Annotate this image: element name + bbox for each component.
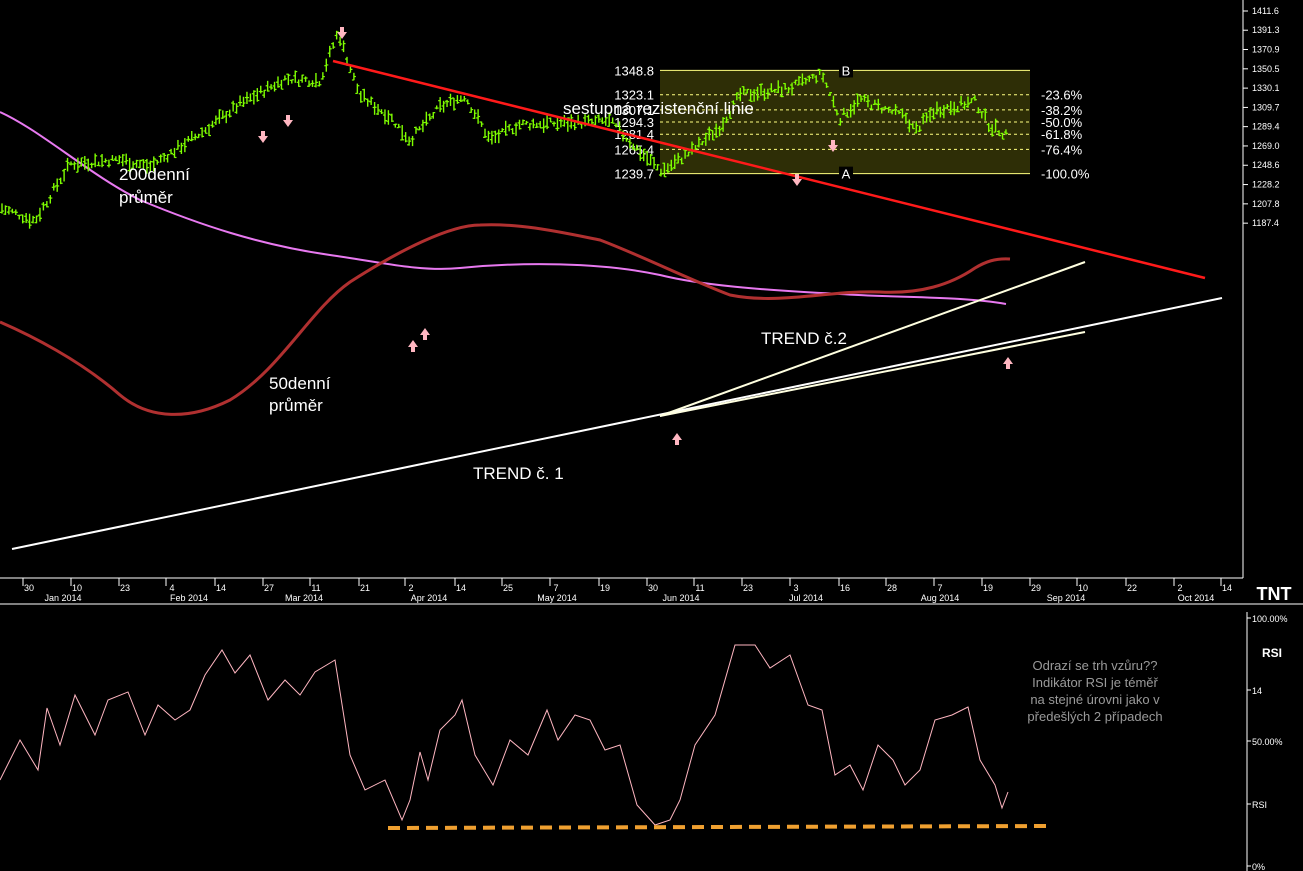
x-day-label: 14 [216,583,226,593]
x-day-label: 11 [695,583,704,593]
price-tick-label: 1207.8 [1252,199,1280,209]
trend1-label: TREND č. 1 [473,464,564,483]
rsi-tick-label: 50.00% [1252,737,1283,747]
x-day-label: 16 [840,583,850,593]
x-day-label: 23 [120,583,130,593]
price-tick-label: 1228.2 [1252,180,1280,190]
x-day-label: 28 [887,583,897,593]
x-day-label: 11 [311,583,320,593]
rsi-note-line: Indikátor RSI je téměř [1032,675,1158,690]
x-day-label: 10 [72,583,82,593]
fib-price-label: 1348.8 [614,63,654,78]
ma50-label-line2: průměr [269,396,323,415]
price-tick-label: 1289.4 [1252,122,1280,132]
ma50-label-line1: 50denní [269,374,331,393]
price-tick-label: 1269.0 [1252,141,1280,151]
x-day-label: 29 [1031,583,1041,593]
x-day-label: 14 [456,583,466,593]
fib-pct-label: -23.6% [1041,88,1083,103]
x-day-label: 19 [983,583,993,593]
rsi-note-line: Odrazí se trh vzůru?? [1033,658,1158,673]
x-day-label: 4 [169,583,174,593]
x-month-label: Sep 2014 [1047,593,1086,603]
x-day-label: 30 [24,583,34,593]
x-month-label: Feb 2014 [170,593,208,603]
x-day-label: 25 [503,583,513,593]
price-tick-label: 1350.5 [1252,64,1280,74]
x-month-label: Oct 2014 [1178,593,1215,603]
price-tick-label: 1187.4 [1252,218,1279,228]
rsi-tick-label: 100.00% [1252,614,1288,624]
price-tick-label: 1330.1 [1252,83,1280,93]
x-day-label: 22 [1127,583,1137,593]
x-day-label: 2 [1177,583,1182,593]
rsi-tick-label: 0% [1252,862,1265,871]
rsi-tick-label: 14 [1252,686,1262,696]
ma200-label-line1: 200denní [119,165,190,184]
x-month-label: Aug 2014 [921,593,960,603]
fib-pct-label: -61.8% [1041,127,1083,142]
chart-canvas: 1348.8 B1323.1 -23.6%1307.1 -38.2%1294.3 -50… [0,0,1303,871]
x-day-label: 19 [600,583,610,593]
price-tick-label: 1370.9 [1252,45,1280,55]
price-tick-label: 1248.6 [1252,160,1280,170]
x-month-label: Mar 2014 [285,593,323,603]
fib-pct-label: -100.0% [1041,167,1090,182]
fib-tag-label: B [842,63,851,78]
x-day-label: 14 [1222,583,1232,593]
x-day-label: 7 [553,583,558,593]
x-month-label: Jun 2014 [662,593,699,603]
rsi-note-line: předešlých 2 případech [1027,709,1162,724]
x-day-label: 21 [360,583,370,593]
x-day-label: 30 [648,583,658,593]
trend2-label: TREND č.2 [761,329,847,348]
x-day-label: 3 [793,583,798,593]
fib-tag-label: A [842,167,851,182]
fibonacci-retracement: 1348.8 B1323.1 -23.6%1307.1 -38.2%1294.3 -50… [614,63,1090,182]
x-day-label: 27 [264,583,274,593]
price-tick-label: 1411.6 [1252,6,1279,16]
rsi-tick-label: RSI [1252,800,1267,810]
tnt-logo: TNT [1257,584,1292,604]
x-month-label: Apr 2014 [411,593,448,603]
rsi-note-line: na stejné úrovni jako v [1030,692,1160,707]
x-month-label: Jan 2014 [44,593,81,603]
x-month-label: Jul 2014 [789,593,823,603]
ma200-label-line2: průměr [119,188,173,207]
resistance-label: sestupná rezistenční linie [563,99,754,118]
x-month-label: May 2014 [537,593,577,603]
fib-price-label: 1265.4 [614,142,654,157]
fib-price-label: 1239.7 [614,167,654,182]
x-day-label: 23 [743,583,753,593]
price-tick-label: 1309.7 [1252,102,1280,112]
rsi-title: RSI [1262,646,1282,660]
fib-pct-label: -76.4% [1041,142,1083,157]
x-day-label: 2 [408,583,413,593]
price-tick-label: 1391.3 [1252,25,1280,35]
x-day-label: 7 [937,583,942,593]
x-day-label: 10 [1078,583,1088,593]
